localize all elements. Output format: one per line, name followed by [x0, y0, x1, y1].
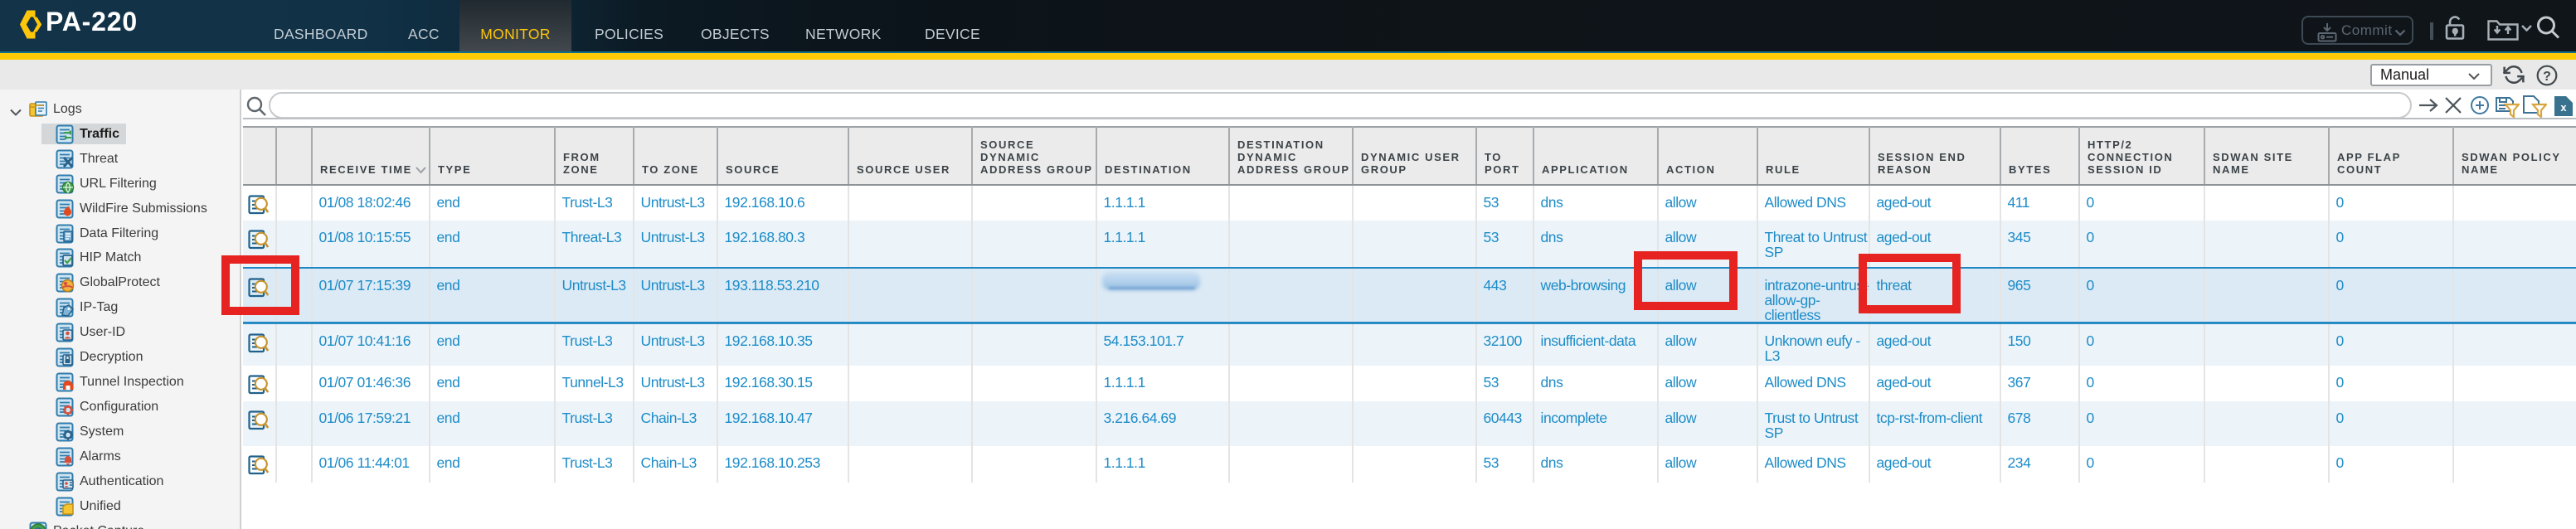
svg-text:x: x [2560, 101, 2567, 114]
svg-text:?: ? [2543, 70, 2551, 84]
